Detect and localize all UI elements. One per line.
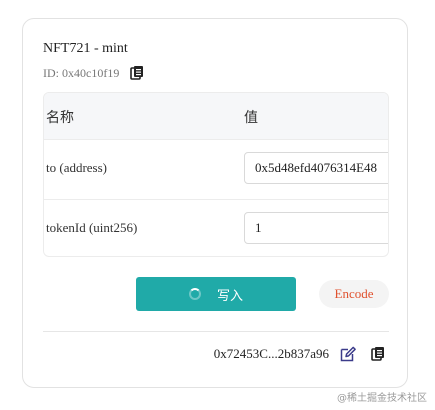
divider (43, 331, 389, 332)
function-id: ID: 0x40c10f19 (43, 65, 120, 80)
footer: 0x72453C...2b837a96 (214, 345, 387, 363)
params-table: 名称 值 to (address) tokenId (uint256) (43, 92, 389, 257)
function-title: NFT721 - mint (43, 41, 128, 56)
token-id-input[interactable] (244, 212, 388, 244)
param-label: tokenId (uint256) (46, 220, 138, 235)
loading-spinner-icon (188, 288, 201, 300)
copy-icon[interactable] (128, 64, 146, 82)
column-header-value: 值 (244, 111, 258, 126)
column-header-name: 名称 (46, 111, 74, 126)
contract-address: 0x72453C...2b837a96 (213, 346, 329, 361)
write-button-label: 写入 (216, 287, 243, 303)
encode-button[interactable]: Encode (319, 280, 389, 308)
mint-function-card: NFT721 - mint ID: 0x40c10f19 名称 值 to (ad… (22, 18, 408, 388)
param-label: to (address) (46, 160, 108, 175)
function-id-line: ID: 0x40c10f19 (43, 64, 146, 82)
write-button[interactable]: 写入 (136, 277, 296, 311)
table-row: to (address) (44, 140, 388, 200)
watermark: @稀土掘金技术社区 (337, 393, 427, 404)
copy-icon[interactable] (369, 345, 387, 363)
table-row: tokenId (uint256) (44, 200, 388, 256)
address-input[interactable] (244, 152, 388, 184)
table-header: 名称 值 (44, 93, 388, 140)
edit-icon[interactable] (339, 345, 357, 363)
